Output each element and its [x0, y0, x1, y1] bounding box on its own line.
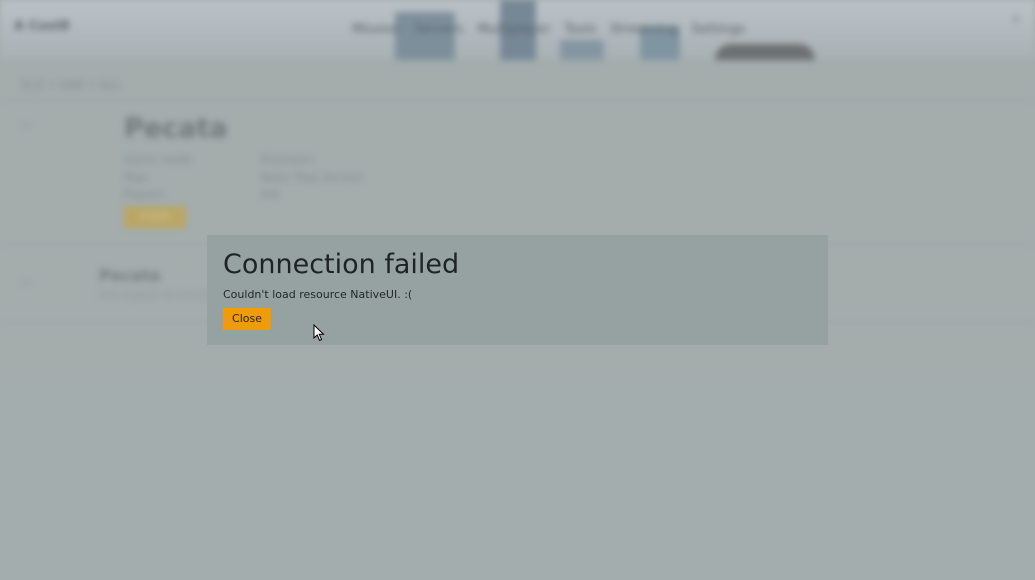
arrow-cursor-icon [313, 324, 325, 342]
app-window: A Cool8 Mission Servers Multiplayer Tool… [0, 0, 1035, 580]
error-dialog: Connection failed Couldn't load resource… [207, 235, 828, 345]
dialog-title: Connection failed [223, 249, 460, 280]
close-button[interactable]: Close [223, 308, 271, 330]
dialog-message: Couldn't load resource NativeUI. :( [223, 288, 413, 301]
